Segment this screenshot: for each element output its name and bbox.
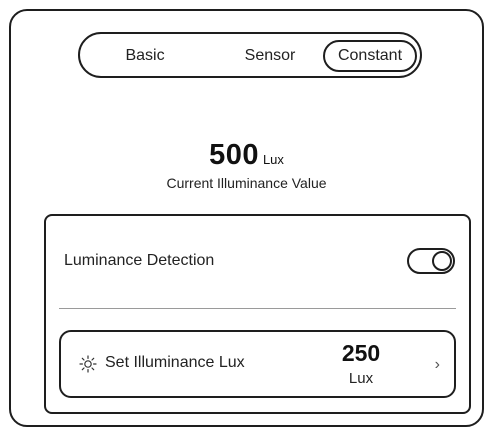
current-illuminance-value: 500 [209,139,259,171]
set-illuminance-row[interactable]: Set Illuminance Lux 250 Lux › [59,330,456,398]
current-illuminance-label: Current Illuminance Value [166,175,327,191]
mode-tab-bar: Basic Sensor Constant [78,32,422,78]
toggle-knob [432,251,452,271]
luminance-detection-label: Luminance Detection [64,252,215,269]
set-illuminance-unit: Lux [348,370,374,387]
set-illuminance-value: 250 [341,340,381,366]
tab-basic[interactable]: Basic [110,40,180,72]
luminance-detection-toggle[interactable] [407,248,455,274]
control-panel: Basic Sensor Constant 500 Lux Current Ill… [9,9,484,427]
chevron-right-icon: › [434,356,440,373]
sun-icon [79,355,97,373]
divider [59,308,456,309]
tab-constant[interactable]: Constant [323,40,417,72]
set-illuminance-label: Set Illuminance Lux [105,354,245,371]
current-illuminance-unit: Lux [262,152,284,167]
tab-sensor[interactable]: Sensor [220,40,320,72]
current-reading: 500 Lux [11,139,482,172]
settings-card: Luminance Detection Set Illuminance Lux … [44,214,471,414]
